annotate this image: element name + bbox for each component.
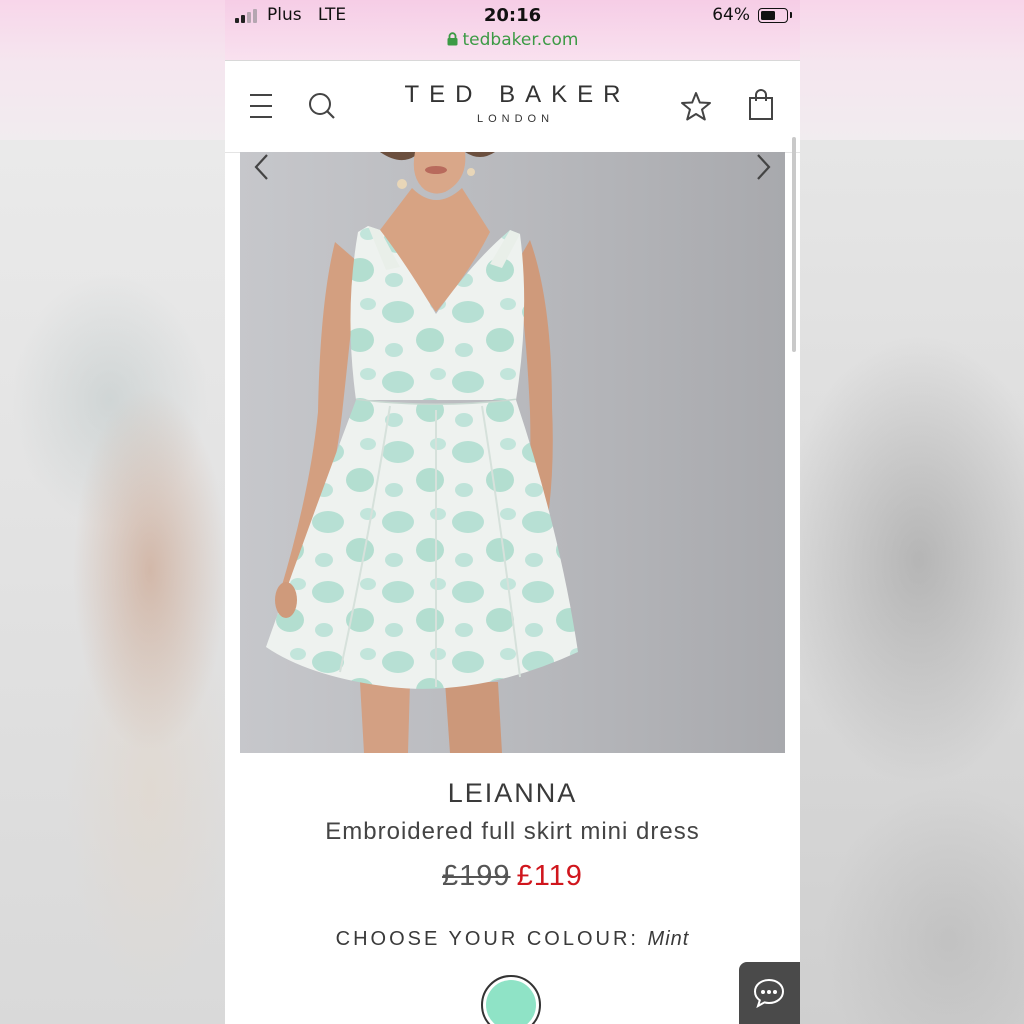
price-row: £199 £119 xyxy=(225,860,800,893)
battery-percentage: 64% xyxy=(712,5,750,25)
product-image[interactable] xyxy=(240,152,785,753)
page-scrollbar[interactable] xyxy=(792,137,796,352)
chat-bubble-icon xyxy=(753,978,785,1008)
next-image-arrow-icon[interactable] xyxy=(751,152,775,182)
colour-swatch-mint[interactable] xyxy=(481,975,541,1024)
blurred-left-side xyxy=(0,140,225,1024)
selected-colour: Mint xyxy=(647,928,690,950)
dress-illustration xyxy=(266,152,578,753)
product-description: Embroidered full skirt mini dress xyxy=(325,818,700,845)
previous-image-arrow-icon[interactable] xyxy=(250,152,274,182)
colour-selector-label: CHOOSE YOUR COLOUR: Mint xyxy=(225,928,800,951)
brand-subtitle: LONDON xyxy=(476,113,555,125)
swatch-fill xyxy=(486,980,536,1024)
status-bar: Plus LTE 20:16 64% tedbaker.com xyxy=(225,0,800,60)
address-bar[interactable]: tedbaker.com xyxy=(225,30,800,50)
phone-screen: Plus LTE 20:16 64% tedbaker.com TED BAKE… xyxy=(225,0,800,1024)
colour-label: CHOOSE YOUR COLOUR: xyxy=(335,928,639,950)
site-header: TED BAKER LONDON xyxy=(225,60,800,153)
brand-name: TED BAKER xyxy=(404,81,631,108)
brand-logo[interactable]: TED BAKER LONDON xyxy=(225,81,800,125)
product-name: LEIANNA xyxy=(447,778,578,808)
original-price: £199 xyxy=(442,860,511,892)
url-text: tedbaker.com xyxy=(462,30,579,50)
shopping-bag-icon[interactable] xyxy=(748,89,774,121)
sale-price: £119 xyxy=(516,860,583,892)
star-icon[interactable] xyxy=(680,91,712,122)
battery-icon xyxy=(758,8,792,23)
lock-icon xyxy=(447,32,458,46)
chat-button[interactable] xyxy=(739,962,800,1024)
blurred-right-side xyxy=(799,140,1024,1024)
